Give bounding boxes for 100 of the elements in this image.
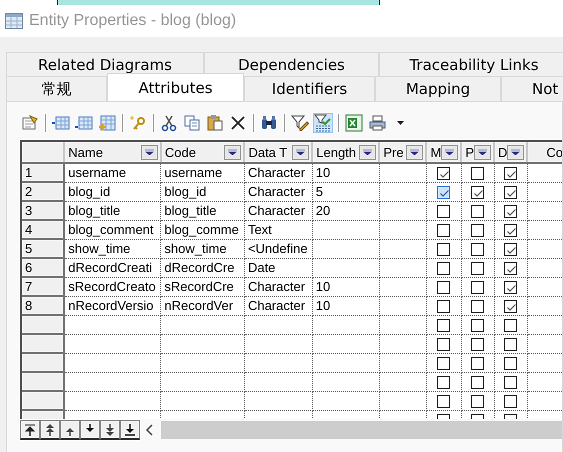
checkbox[interactable] bbox=[437, 338, 450, 352]
column-header: Code bbox=[164, 144, 197, 160]
checkbox[interactable] bbox=[471, 262, 484, 276]
checkbox[interactable] bbox=[504, 395, 518, 408]
spreadsheet-icon[interactable] bbox=[345, 114, 363, 132]
checkbox[interactable] bbox=[471, 357, 484, 370]
checkbox[interactable] bbox=[437, 205, 450, 218]
checkbox[interactable] bbox=[504, 338, 518, 352]
dropdown-button[interactable] bbox=[140, 144, 158, 160]
scrollbar[interactable] bbox=[161, 421, 562, 439]
scroll-left-icon[interactable] bbox=[145, 424, 153, 436]
dropdown-button[interactable] bbox=[359, 144, 376, 160]
binoculars-icon[interactable] bbox=[260, 114, 278, 132]
checkbox[interactable] bbox=[437, 243, 450, 256]
checkbox[interactable] bbox=[504, 243, 518, 256]
checkbox[interactable] bbox=[471, 167, 484, 180]
tab[interactable]: Related Diagrams bbox=[6, 52, 204, 76]
table-cell: username bbox=[64, 163, 161, 182]
row-header[interactable] bbox=[22, 372, 64, 391]
checkbox[interactable] bbox=[437, 319, 450, 332]
checkbox[interactable] bbox=[437, 224, 450, 238]
toggle-button[interactable] bbox=[313, 113, 333, 133]
key-icon[interactable] bbox=[129, 114, 147, 132]
tab[interactable]: Traceability Links bbox=[379, 52, 563, 76]
row-header[interactable]: 5 bbox=[22, 239, 64, 258]
table-icon bbox=[5, 13, 23, 29]
checkbox[interactable] bbox=[437, 357, 450, 370]
checkbox[interactable] bbox=[504, 300, 518, 314]
row-header[interactable]: 2 bbox=[22, 182, 64, 201]
checkbox[interactable] bbox=[471, 281, 484, 294]
table-arrow-icon[interactable] bbox=[75, 114, 93, 132]
row-header[interactable] bbox=[22, 391, 64, 410]
row-header[interactable]: 7 bbox=[22, 277, 64, 296]
row-header[interactable]: 8 bbox=[22, 296, 64, 315]
checkbox[interactable] bbox=[471, 224, 484, 238]
copy-icon[interactable] bbox=[183, 114, 201, 132]
table-cell: dRecordCreati bbox=[64, 258, 161, 277]
checkbox[interactable] bbox=[437, 262, 450, 276]
down-button[interactable] bbox=[80, 420, 100, 440]
dropdown-button[interactable] bbox=[292, 144, 310, 160]
tab[interactable]: Attributes bbox=[107, 73, 244, 101]
row-header[interactable] bbox=[22, 334, 64, 353]
column-header: Length bbox=[316, 144, 358, 160]
row-header[interactable]: 4 bbox=[22, 220, 64, 239]
checkbox[interactable] bbox=[471, 300, 484, 314]
checkbox[interactable] bbox=[504, 167, 518, 180]
checkbox[interactable] bbox=[471, 186, 484, 200]
cross-icon[interactable] bbox=[229, 114, 247, 132]
checkbox[interactable] bbox=[504, 205, 518, 218]
checkbox[interactable] bbox=[437, 281, 450, 294]
checkbox[interactable] bbox=[471, 243, 484, 256]
checkbox[interactable] bbox=[437, 300, 450, 314]
dropdown-button[interactable] bbox=[474, 144, 491, 160]
properties-icon[interactable] bbox=[21, 114, 39, 132]
checkbox[interactable] bbox=[471, 395, 484, 408]
clipboard-icon[interactable] bbox=[206, 114, 224, 132]
table-plus-icon[interactable] bbox=[98, 114, 116, 132]
dropdown-button[interactable] bbox=[507, 144, 524, 160]
dropdown-button[interactable] bbox=[406, 144, 424, 160]
checkbox[interactable] bbox=[437, 395, 450, 408]
tab[interactable]: Mapping bbox=[375, 76, 501, 101]
checkbox[interactable] bbox=[437, 186, 450, 200]
checkbox[interactable] bbox=[504, 319, 518, 332]
up-button[interactable] bbox=[60, 420, 80, 440]
row-header[interactable]: 6 bbox=[22, 258, 64, 277]
row-header[interactable]: 3 bbox=[22, 201, 64, 220]
row-header[interactable] bbox=[22, 353, 64, 372]
first-button[interactable] bbox=[20, 420, 40, 440]
table-cell: Character bbox=[244, 163, 312, 182]
checkbox[interactable] bbox=[471, 205, 484, 218]
checkbox[interactable] bbox=[437, 376, 450, 390]
checkbox[interactable] bbox=[504, 281, 518, 294]
checkbox[interactable] bbox=[437, 167, 450, 180]
checkbox[interactable] bbox=[504, 224, 518, 238]
row-header[interactable]: 1 bbox=[22, 163, 64, 182]
table-arrow-icon[interactable] bbox=[52, 114, 70, 132]
funnel-pencil-icon[interactable] bbox=[291, 114, 309, 132]
dropdown-button[interactable] bbox=[441, 144, 458, 160]
dropdown-button[interactable] bbox=[224, 144, 242, 160]
arrow-down-bar-icon bbox=[123, 422, 137, 436]
tab[interactable]: Not bbox=[501, 76, 563, 101]
checkbox[interactable] bbox=[471, 376, 484, 390]
last-button[interactable] bbox=[120, 420, 140, 440]
printer-icon[interactable] bbox=[368, 114, 386, 132]
tab[interactable]: Identifiers bbox=[244, 76, 375, 101]
checkbox[interactable] bbox=[504, 186, 518, 200]
tab[interactable]: 常规 bbox=[6, 76, 107, 101]
caret-icon bbox=[228, 149, 238, 155]
caret-icon bbox=[363, 149, 372, 155]
checkbox[interactable] bbox=[471, 319, 484, 332]
page-down-button[interactable] bbox=[100, 420, 120, 440]
scissors-icon[interactable] bbox=[160, 114, 178, 132]
tab[interactable]: Dependencies bbox=[204, 52, 379, 76]
row-header[interactable] bbox=[22, 315, 64, 334]
page-up-button[interactable] bbox=[40, 420, 60, 440]
checkbox[interactable] bbox=[504, 357, 518, 370]
table-cell: username bbox=[160, 163, 244, 182]
checkbox[interactable] bbox=[471, 338, 484, 352]
checkbox[interactable] bbox=[504, 376, 518, 390]
checkbox[interactable] bbox=[504, 262, 518, 276]
